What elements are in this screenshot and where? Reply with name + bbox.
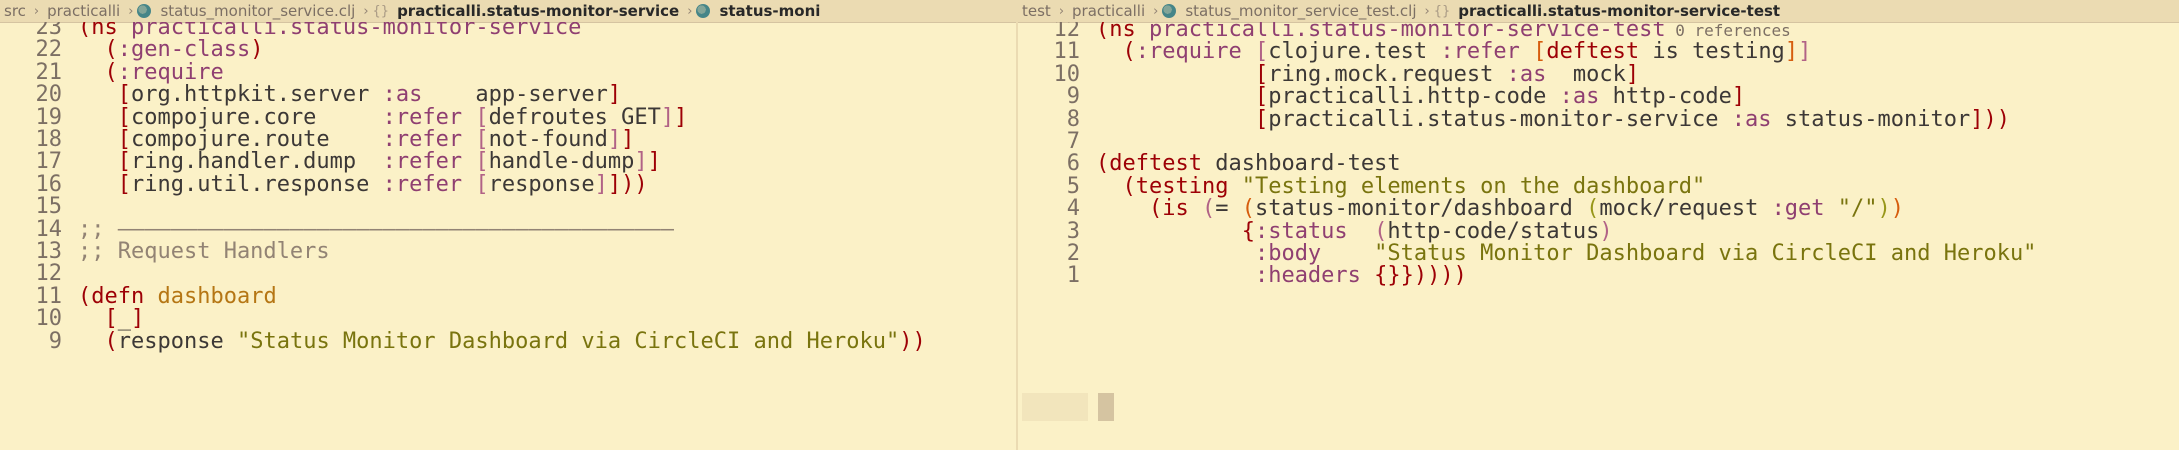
line-number: 9 (48, 328, 62, 354)
text-cursor (1098, 393, 1114, 421)
clojure-file-icon (1162, 4, 1177, 18)
code-text: :headers {}})))) (1254, 263, 1467, 289)
breadcrumb-item[interactable]: practicalli.status-monitor-service (393, 2, 683, 20)
code-text: (response "Status Monitor Dashboard via … (104, 328, 926, 354)
symbol-icon (696, 4, 711, 18)
breadcrumb-right: test › practicalli › status_monitor_serv… (1018, 0, 2179, 22)
chevron-right-icon: › (1058, 3, 1065, 19)
chevron-right-icon: › (1424, 3, 1430, 19)
code-line[interactable]: 9 (response "Status Monitor Dashboard vi… (0, 328, 1016, 356)
breadcrumb-item[interactable]: status-moni (715, 2, 824, 20)
breadcrumb-item[interactable]: practicalli (1068, 2, 1149, 20)
clojure-file-icon (137, 4, 152, 18)
chevron-right-icon: › (33, 3, 40, 19)
editor-pane-right[interactable]: 12 (ns practicalli.status-monitor-service… (1018, 22, 2179, 450)
references-lens[interactable]: 0 references (1666, 22, 1791, 40)
editor-pane-left[interactable]: 23 (ns practicalli.status-monitor-service… (0, 22, 1016, 450)
breadcrumb-item[interactable]: test (1018, 2, 1055, 20)
namespace-icon: {} (1433, 3, 1451, 19)
chevron-right-icon: › (128, 3, 134, 19)
chevron-right-icon: › (1153, 3, 1159, 19)
breadcrumb-item[interactable]: src (0, 2, 30, 20)
breadcrumb-bar: src › practicalli › status_monitor_servi… (0, 0, 2179, 23)
breadcrumb-item[interactable]: practicalli (43, 2, 124, 20)
line-number: 1 (1066, 263, 1080, 289)
breadcrumb-left: src › practicalli › status_monitor_servi… (0, 0, 1016, 22)
breadcrumb-item[interactable]: status_monitor_service_test.clj (1181, 2, 1420, 20)
code-line[interactable]: 1 :headers {}})))) (1018, 262, 2179, 290)
namespace-icon: {} (372, 3, 390, 19)
chevron-right-icon: › (363, 3, 369, 19)
chevron-right-icon: › (687, 3, 693, 19)
breadcrumb-item[interactable]: status_monitor_service.clj (156, 2, 359, 20)
breadcrumb-item[interactable]: practicalli.status-monitor-service-test (1454, 2, 1784, 20)
current-line-highlight (1022, 393, 1088, 421)
